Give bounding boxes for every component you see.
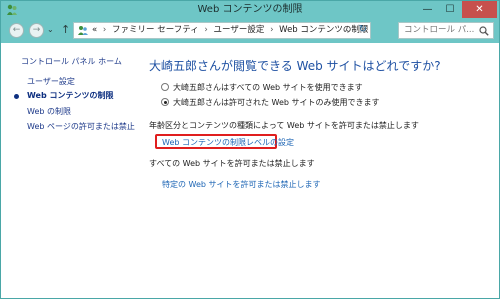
current-page-bullet-icon <box>14 94 19 99</box>
search-input[interactable]: コントロール パ... <box>398 22 494 39</box>
sidebar-item-web-restrictions[interactable]: Web の制限 <box>27 106 71 117</box>
control-panel-home-link[interactable]: コントロール パネル ホーム <box>21 56 122 67</box>
up-button[interactable]: ↑ <box>61 23 70 37</box>
close-button[interactable]: ✕ <box>462 1 497 18</box>
rating-section-label: 年齢区分とコンテンツの種類によって Web サイトを許可または禁止します <box>149 121 419 130</box>
breadcrumb-item-user-settings[interactable]: ユーザー設定 <box>214 25 265 35</box>
option-all-sites-label: 大崎五郎さんはすべての Web サイトを使用できます <box>173 83 363 92</box>
sidebar-item-user-settings[interactable]: ユーザー設定 <box>27 76 75 87</box>
breadcrumb-item-family-safety[interactable]: ファミリー セーフティ <box>112 25 199 35</box>
main-content: 大崎五郎さんが閲覧できる Web サイトはどれですか? 大崎五郎さんはすべての … <box>141 43 499 298</box>
window: Web コンテンツの制限 — ☐ ✕ ← → ⌄ ↑ « › ファミリー セーフ… <box>0 0 500 299</box>
refresh-icon[interactable]: ↻ <box>359 24 367 35</box>
search-placeholder: コントロール パ... <box>404 25 475 35</box>
breadcrumb-overflow[interactable]: « <box>92 25 97 35</box>
forward-button[interactable]: → <box>29 23 44 38</box>
control-panel-icon <box>78 26 88 35</box>
sidebar-item-allow-block-pages[interactable]: Web ページの許可または禁止 <box>27 121 135 132</box>
content-restriction-level-link[interactable]: Web コンテンツの制限レベルの設定 <box>162 137 294 148</box>
back-button[interactable]: ← <box>9 23 24 38</box>
maximize-button[interactable]: ☐ <box>439 1 461 18</box>
address-dropdown[interactable]: ⌄ <box>345 25 352 34</box>
breadcrumb-separator: › <box>204 25 208 35</box>
recent-locations-dropdown[interactable]: ⌄ <box>47 25 54 34</box>
minimize-button[interactable]: — <box>416 1 439 18</box>
radio-all-sites[interactable] <box>161 83 169 91</box>
sidebar-item-web-content-restrictions[interactable]: Web コンテンツの制限 <box>27 90 113 101</box>
breadcrumb-path: « › ファミリー セーフティ › ユーザー設定 › Web コンテンツの制限 <box>92 25 368 36</box>
option-allowed-sites-only-label: 大崎五郎さんは許可された Web サイトのみ使用できます <box>173 98 380 107</box>
breadcrumb[interactable]: « › ファミリー セーフティ › ユーザー設定 › Web コンテンツの制限 … <box>73 22 371 39</box>
search-icon[interactable] <box>479 26 489 36</box>
left-navigation: コントロール パネル ホーム ユーザー設定 Web コンテンツの制限 Web の… <box>1 43 141 298</box>
radio-allowed-sites-only[interactable] <box>161 98 169 106</box>
all-sites-section-label: すべての Web サイトを許可または禁止します <box>149 159 315 168</box>
page-title: 大崎五郎さんが閲覧できる Web サイトはどれですか? <box>149 59 441 73</box>
option-allowed-sites-only[interactable]: 大崎五郎さんは許可された Web サイトのみ使用できます <box>161 97 380 108</box>
breadcrumb-separator: › <box>102 25 107 35</box>
address-bar: ← → ⌄ ↑ « › ファミリー セーフティ › ユーザー設定 › Web コ… <box>1 19 499 43</box>
title-bar[interactable]: Web コンテンツの制限 — ☐ ✕ <box>1 1 499 19</box>
breadcrumb-item-web-content-restrictions[interactable]: Web コンテンツの制限 <box>279 25 368 35</box>
breadcrumb-separator: › <box>270 25 274 35</box>
option-all-sites[interactable]: 大崎五郎さんはすべての Web サイトを使用できます <box>161 82 363 93</box>
allow-block-specific-sites-link[interactable]: 特定の Web サイトを許可または禁止します <box>162 179 321 190</box>
